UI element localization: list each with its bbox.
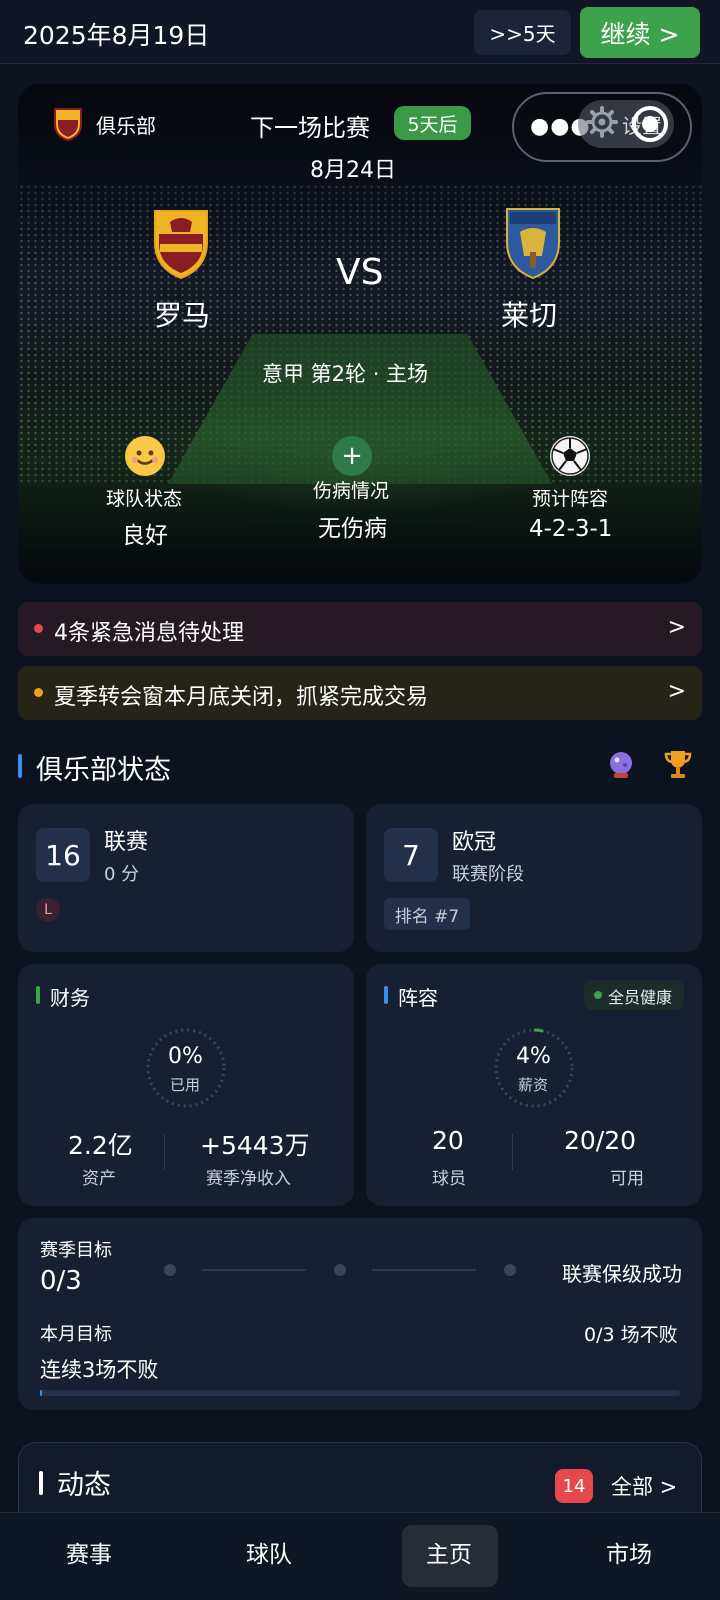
wage-label: 薪资 (518, 1076, 549, 1094)
league-points: 0 分 (104, 864, 140, 885)
nav-tab-team[interactable]: 球队 (246, 1535, 292, 1569)
ucl-position-badge: 排名 #7 (384, 898, 470, 930)
finance-accent-bar (36, 986, 40, 1004)
gear-icon[interactable] (586, 106, 618, 138)
squad-accent-bar (384, 986, 388, 1004)
next-match-label: 下一场比赛 (250, 114, 370, 142)
alert-dot-icon (34, 624, 43, 633)
milestone-dot-icon (334, 1264, 346, 1276)
nav-tab-market[interactable]: 市场 (606, 1535, 652, 1569)
league-rank: 16 (36, 828, 90, 882)
current-date: 2025年8月19日 (23, 21, 210, 50)
budget-used-value: 0% (168, 1044, 203, 1069)
team-form-label: 球队状态 (106, 488, 183, 510)
assets-value: 2.2亿 (68, 1131, 133, 1160)
month-goal-label: 本月目标 (40, 1324, 112, 1345)
alert-text: 夏季转会窗本月底关闭，抓紧完成交易 (54, 685, 429, 710)
transfer-window-alert[interactable]: 夏季转会窗本月底关闭，抓紧完成交易 > (18, 666, 702, 720)
match-date: 8月24日 (310, 158, 396, 183)
ucl-stage: 联赛阶段 (452, 864, 524, 885)
competition-info: 意甲 第2轮 · 主场 (262, 362, 429, 386)
feed-title: 动态 (57, 1470, 111, 1501)
formation-label: 预计阵容 (532, 488, 609, 510)
progress-fill (40, 1390, 42, 1396)
milestone-line (372, 1269, 476, 1271)
milestone-line (202, 1269, 306, 1271)
month-goal-progress: 0/3 场不败 (584, 1324, 678, 1346)
soccer-ball-icon (550, 436, 590, 476)
league-name: 联赛 (104, 830, 149, 855)
wage-value: 4% (516, 1044, 551, 1069)
away-team-name: 莱切 (501, 299, 558, 332)
season-goal-label: 赛季目标 (40, 1240, 112, 1261)
formation-value: 4-2-3-1 (529, 516, 613, 542)
record-icon[interactable] (632, 106, 668, 142)
health-badge-text: 全员健康 (608, 988, 673, 1007)
section-accent-bar (18, 754, 22, 778)
milestone-dot-icon (504, 1264, 516, 1276)
urgent-messages-alert[interactable]: 4条紧急消息待处理 > (18, 602, 702, 656)
form-result-badge: L (36, 898, 60, 922)
injury-label: 伤病情况 (313, 480, 390, 502)
club-status-title: 俱乐部状态 (36, 755, 171, 786)
club-label[interactable]: 俱乐部 (96, 110, 156, 139)
crystal-ball-icon[interactable] (606, 750, 636, 780)
alert-dot-icon (34, 688, 43, 697)
squad-card[interactable]: 阵容 全员健康 4% 薪资 20 球员 20/20 可用 (366, 964, 702, 1206)
team-form-value: 良好 (122, 523, 168, 549)
chevron-right-icon: > (667, 615, 686, 640)
finance-title: 财务 (50, 986, 90, 1010)
continue-button[interactable]: 继续 > (580, 7, 700, 58)
nav-tab-matches[interactable]: 赛事 (66, 1535, 112, 1569)
medical-cross-icon: + (332, 436, 372, 476)
month-goal-text: 连续3场不败 (40, 1358, 159, 1382)
available-label: 可用 (610, 1169, 644, 1189)
section-accent-bar (39, 1471, 43, 1495)
nav-tab-home[interactable]: 主页 (426, 1535, 472, 1569)
bottom-nav: 赛事 球队 主页 市场 (0, 1512, 720, 1600)
club-crest-icon (54, 108, 82, 142)
injury-value: 无伤病 (318, 516, 387, 542)
lecce-crest-icon (506, 208, 560, 280)
feed-count-badge: 14 (555, 1469, 593, 1503)
health-badge: 全员健康 (584, 980, 684, 1010)
player-count-value: 20 (432, 1126, 464, 1155)
skip-days-button[interactable]: >>5天 (474, 10, 571, 55)
league-card[interactable]: 16 联赛 0 分 L (18, 804, 354, 952)
budget-used-label: 已用 (170, 1076, 201, 1094)
squad-title: 阵容 (398, 986, 438, 1010)
ucl-card[interactable]: 7 欧冠 联赛阶段 排名 #7 (366, 804, 702, 952)
days-until-badge: 5天后 (394, 106, 471, 140)
finance-card[interactable]: 财务 0% 已用 2.2亿 资产 +5443万 赛季净收入 (18, 964, 354, 1206)
chevron-right-icon: > (667, 679, 686, 704)
home-team-name: 罗马 (154, 299, 211, 332)
smiling-face-icon (125, 436, 165, 476)
available-value: 20/20 (564, 1126, 637, 1155)
alert-text: 4条紧急消息待处理 (54, 621, 244, 646)
season-goal-progress: 0/3 (40, 1266, 82, 1296)
top-bar: 2025年8月19日 >>5天 继续 > (0, 0, 720, 64)
roma-crest-icon (154, 210, 208, 280)
net-income-value: +5443万 (200, 1131, 310, 1160)
net-income-label: 赛季净收入 (206, 1169, 291, 1189)
ucl-rank: 7 (384, 828, 438, 882)
trophy-icon[interactable] (662, 748, 694, 780)
season-goal-text: 联赛保级成功 (562, 1262, 682, 1286)
divider (164, 1134, 165, 1170)
month-goal-progress-bar (40, 1390, 680, 1396)
status-dot-icon (594, 991, 602, 999)
milestone-dot-icon (164, 1264, 176, 1276)
goals-card[interactable]: 赛季目标 0/3 联赛保级成功 本月目标 0/3 场不败 连续3场不败 (18, 1218, 702, 1410)
versus-label: VS (336, 252, 384, 293)
next-match-card[interactable]: 俱乐部 下一场比赛 5天后 8月24日 ●●● 设置 罗马 VS 莱切 意甲 第… (18, 84, 702, 584)
player-count-label: 球员 (432, 1169, 466, 1189)
ucl-name: 欧冠 (452, 830, 497, 855)
divider (512, 1134, 513, 1170)
view-all-link[interactable]: 全部 > (611, 1471, 677, 1501)
assets-label: 资产 (82, 1169, 116, 1189)
